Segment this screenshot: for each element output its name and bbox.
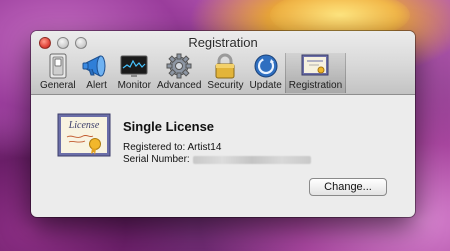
monitor-icon	[119, 53, 149, 79]
switch-icon	[43, 53, 73, 79]
refresh-globe-icon	[251, 53, 281, 79]
registered-to-text: Registered to: Artist14	[123, 142, 222, 153]
titlebar: Registration General Alert Monitor Advan…	[31, 31, 415, 95]
gear-icon	[164, 53, 194, 79]
megaphone-icon	[82, 53, 112, 79]
preferences-toolbar: General Alert Monitor Advanced Security …	[37, 53, 415, 93]
license-certificate-icon: License	[57, 113, 111, 157]
serial-number-row: Serial Number:	[123, 154, 311, 165]
toolbar-label-advanced: Advanced	[156, 80, 202, 91]
toolbar-item-advanced[interactable]: Advanced	[154, 53, 204, 93]
registration-window: Registration General Alert Monitor Advan…	[31, 31, 415, 217]
toolbar-item-monitor[interactable]: Monitor	[115, 53, 154, 93]
change-license-button[interactable]: Change...	[309, 178, 387, 196]
window-title: Registration	[188, 35, 258, 50]
toolbar-item-general[interactable]: General	[37, 53, 79, 93]
toolbar-item-update[interactable]: Update	[247, 53, 285, 93]
serial-number-redacted	[192, 155, 311, 164]
license-type-heading: Single License	[123, 119, 215, 134]
toolbar-item-security[interactable]: Security	[204, 53, 246, 93]
license-certificate-word: License	[68, 120, 100, 131]
toolbar-label-alert: Alert	[86, 80, 107, 91]
toolbar-item-alert[interactable]: Alert	[79, 53, 115, 93]
toolbar-label-registration: Registration	[288, 80, 343, 91]
toolbar-label-monitor: Monitor	[117, 80, 151, 91]
registration-panel: License Single License Registered to: Ar…	[31, 95, 415, 217]
toolbar-item-registration[interactable]: Registration	[284, 53, 347, 93]
lock-icon	[210, 53, 240, 79]
serial-number-label: Serial Number:	[123, 154, 190, 165]
toolbar-label-security: Security	[207, 80, 244, 91]
certificate-icon	[300, 53, 330, 79]
toolbar-label-update: Update	[249, 80, 282, 91]
toolbar-label-general: General	[40, 80, 76, 91]
